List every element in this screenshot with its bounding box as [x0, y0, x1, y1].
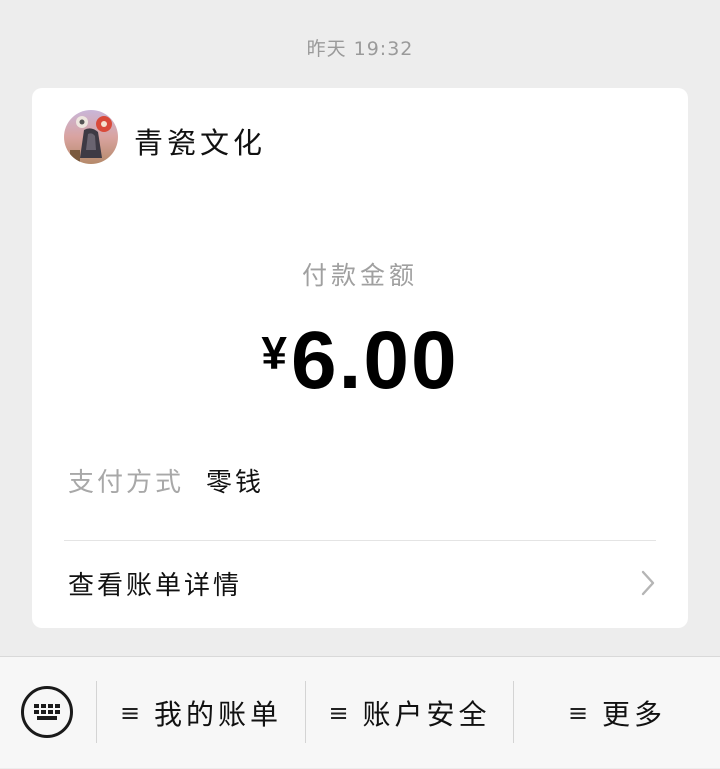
menu-item-label: 我的账单 [154, 698, 283, 731]
menu-hamburger-icon: ≡ [567, 699, 589, 727]
chevron-right-icon [641, 570, 655, 596]
menu-item-more[interactable]: ≡ 更多 [514, 657, 720, 769]
menu-hamburger-icon: ≡ [328, 699, 349, 727]
amount-value: 6.00 [290, 315, 459, 406]
message-timestamp: 昨天 19:32 [306, 38, 414, 60]
currency-symbol: ¥ [261, 327, 287, 379]
view-bill-details-button[interactable]: 查看账单详情 [32, 541, 688, 628]
keyboard-icon [21, 686, 73, 738]
menu-item-my-bills[interactable]: ≡ 我的账单 [97, 657, 305, 769]
menu-hamburger-icon: ≡ [119, 699, 141, 727]
payment-method-label: 支付方式 [68, 468, 185, 498]
view-bill-details-label: 查看账单详情 [68, 571, 243, 601]
payment-amount: ¥6.00 [32, 314, 688, 408]
payment-method-row: 支付方式 零钱 [68, 462, 264, 499]
menu-item-label: 账户安全 [362, 698, 491, 731]
bottom-menu-bar: ≡ 我的账单 ≡ 账户安全 ≡ 更多 [0, 656, 720, 768]
amount-label: 付款金额 [301, 261, 418, 290]
menu-item-account-security[interactable]: ≡ 账户安全 [306, 657, 513, 769]
merchant-name: 青瓷文化 [134, 126, 267, 160]
avatar-image [64, 110, 118, 164]
merchant-avatar[interactable] [64, 110, 118, 164]
payment-card: 青瓷文化 付款金额 ¥6.00 支付方式 零钱 查看账单详情 [32, 88, 688, 628]
payment-method-value: 零钱 [206, 468, 265, 498]
menu-item-label: 更多 [602, 698, 667, 731]
keyboard-toggle-button[interactable] [20, 685, 74, 739]
